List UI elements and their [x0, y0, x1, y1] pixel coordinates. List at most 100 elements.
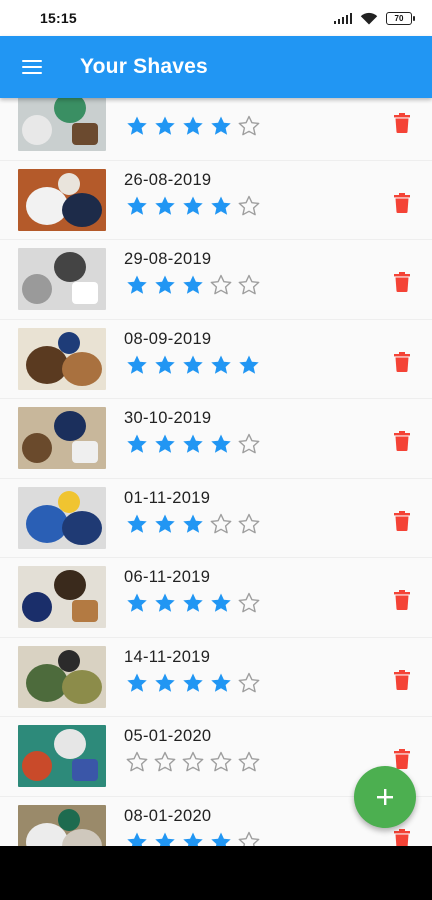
- delete-button[interactable]: [390, 668, 414, 692]
- rating-stars: [125, 194, 261, 218]
- status-bar: 15:15 70: [0, 0, 432, 36]
- rating-stars: [125, 512, 261, 536]
- trash-icon: [394, 113, 410, 133]
- star-filled-icon: [211, 196, 231, 215]
- star-filled-icon: [183, 434, 203, 453]
- shave-photo: [18, 327, 106, 390]
- rating-stars: [125, 432, 261, 456]
- star-filled-icon: [155, 832, 175, 846]
- battery-level: 70: [394, 13, 404, 23]
- shave-list-container[interactable]: 26-08-2019 29-08-2019 08-09-2019 30-10-2…: [0, 98, 432, 846]
- shave-photo: [18, 407, 106, 469]
- delete-button[interactable]: [390, 827, 414, 846]
- star-outline-icon: [238, 672, 260, 692]
- shave-date: 26-08-2019: [124, 170, 212, 189]
- star-filled-icon: [127, 514, 147, 533]
- star-filled-icon: [155, 196, 175, 215]
- list-item[interactable]: 29-08-2019: [0, 240, 432, 320]
- star-outline-icon: [238, 433, 260, 454]
- star-outline-icon: [210, 513, 232, 533]
- trash-icon: [394, 749, 410, 769]
- star-filled-icon: [211, 434, 231, 453]
- star-filled-icon: [127, 196, 147, 215]
- star-filled-icon: [127, 434, 147, 453]
- rating-stars: [125, 353, 261, 377]
- list-item[interactable]: 30-10-2019: [0, 399, 432, 479]
- star-filled-icon: [127, 593, 147, 612]
- star-filled-icon: [211, 355, 231, 374]
- star-outline-icon: [238, 513, 260, 533]
- menu-button[interactable]: [0, 36, 64, 98]
- star-outline-icon: [238, 751, 260, 772]
- star-outline-icon: [238, 592, 260, 613]
- shave-photo: [18, 804, 106, 846]
- trash-icon: [394, 510, 410, 531]
- trash-icon: [394, 431, 410, 451]
- rating-stars: [125, 830, 261, 846]
- shave-photo: [18, 645, 106, 708]
- list-item[interactable]: [0, 98, 432, 161]
- delete-button[interactable]: [390, 509, 414, 533]
- star-filled-icon: [127, 673, 147, 692]
- list-item[interactable]: 08-09-2019: [0, 320, 432, 399]
- delete-button[interactable]: [390, 270, 414, 294]
- delete-button[interactable]: [390, 111, 414, 135]
- trash-icon: [394, 590, 410, 610]
- shave-photo: [18, 168, 106, 231]
- star-outline-icon: [238, 195, 260, 215]
- star-filled-icon: [183, 196, 203, 215]
- star-outline-icon: [126, 751, 148, 772]
- star-filled-icon: [127, 116, 147, 135]
- star-filled-icon: [211, 116, 231, 135]
- rating-stars: [125, 273, 261, 297]
- add-shave-button[interactable]: [354, 766, 416, 828]
- rating-stars: [125, 591, 261, 615]
- star-filled-icon: [155, 355, 175, 374]
- page-title: Your Shaves: [80, 55, 208, 78]
- star-outline-icon: [182, 751, 204, 772]
- star-filled-icon: [155, 673, 175, 692]
- delete-button[interactable]: [390, 191, 414, 215]
- star-filled-icon: [211, 673, 231, 692]
- star-filled-icon: [211, 832, 231, 846]
- shave-date: 01-11-2019: [124, 488, 211, 507]
- status-time: 15:15: [40, 10, 77, 26]
- list-item[interactable]: 26-08-2019: [0, 161, 432, 240]
- list-item[interactable]: 14-11-2019: [0, 638, 432, 717]
- shave-date: 29-08-2019: [124, 250, 212, 268]
- list-item[interactable]: 06-11-2019: [0, 558, 432, 638]
- list-item[interactable]: 01-11-2019: [0, 479, 432, 558]
- star-outline-icon: [238, 274, 260, 295]
- star-filled-icon: [183, 832, 203, 846]
- app-bar: Your Shaves: [0, 36, 432, 98]
- star-filled-icon: [155, 116, 175, 135]
- delete-button[interactable]: [390, 588, 414, 612]
- rating-stars: [125, 750, 261, 774]
- star-outline-icon: [210, 274, 232, 295]
- trash-icon: [394, 272, 410, 292]
- menu-icon: [22, 60, 42, 74]
- star-filled-icon: [127, 355, 147, 374]
- star-outline-icon: [238, 831, 260, 846]
- signal-icon: [334, 12, 352, 24]
- star-filled-icon: [183, 514, 203, 533]
- trash-icon: [394, 192, 410, 213]
- shave-photo: [18, 725, 106, 787]
- shave-photo: [18, 98, 106, 151]
- delete-button[interactable]: [390, 429, 414, 453]
- star-outline-icon: [154, 751, 176, 772]
- star-filled-icon: [155, 593, 175, 612]
- star-filled-icon: [127, 275, 147, 294]
- rating-stars: [125, 671, 261, 695]
- trash-icon: [394, 828, 410, 846]
- star-filled-icon: [155, 514, 175, 533]
- star-outline-icon: [210, 751, 232, 772]
- star-filled-icon: [183, 355, 203, 374]
- shave-photo: [18, 486, 106, 549]
- star-filled-icon: [155, 275, 175, 294]
- delete-button[interactable]: [390, 350, 414, 374]
- shave-date: 30-10-2019: [124, 409, 212, 427]
- trash-icon: [394, 351, 410, 372]
- plus-icon: [377, 789, 393, 805]
- trash-icon: [394, 669, 410, 690]
